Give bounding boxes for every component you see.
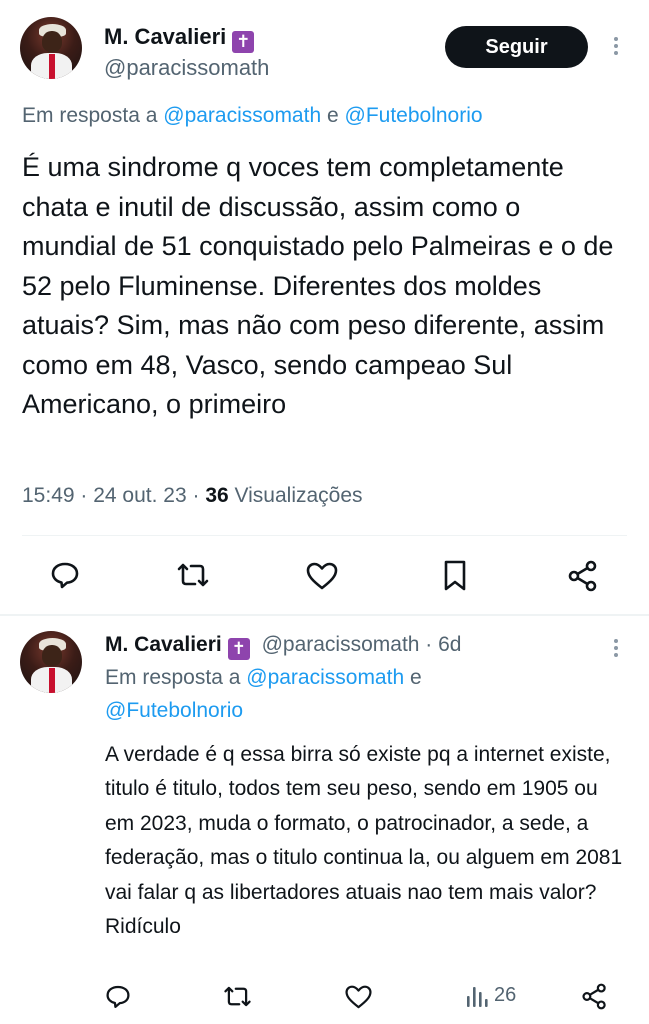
author-avatar[interactable] (20, 17, 82, 79)
divider (22, 535, 627, 536)
reply-context-2: @Futebolnorio (105, 699, 243, 723)
tweet-text: É uma sindrome q voces tem completamente… (22, 152, 614, 419)
mention-link[interactable]: @Futebolnorio (105, 699, 243, 722)
divider (0, 614, 649, 616)
author-name[interactable]: M. Cavalieri ✝ (104, 24, 255, 53)
reply-author-name[interactable]: M. Cavalieri (105, 633, 222, 656)
reply-author-handle[interactable]: @paracissomath · 6d (262, 633, 462, 656)
mention-link[interactable]: @paracissomath (246, 666, 404, 689)
retweet-icon[interactable] (222, 984, 253, 1009)
reply-author-line: M. Cavalieri ✝ @paracissomath · 6d (105, 633, 461, 660)
reply-tweet-text: A verdade é q essa birra só existe pq a … (105, 743, 623, 939)
cross-emoji-icon: ✝ (227, 638, 250, 660)
reply-icon[interactable] (50, 561, 80, 589)
mention-link[interactable]: @paracissomath (163, 104, 321, 127)
share-icon[interactable] (581, 983, 608, 1010)
like-icon[interactable] (305, 561, 339, 590)
views-count: 26 (494, 984, 517, 1006)
timestamp[interactable]: 15:49 · 24 out. 23 · (22, 484, 199, 507)
like-icon[interactable] (344, 984, 373, 1009)
views-label: Visualizações (234, 484, 363, 507)
reply-context: Em resposta a @paracissomath e @Futeboln… (22, 104, 483, 127)
bookmark-icon[interactable] (443, 560, 467, 591)
reply-icon[interactable] (105, 984, 131, 1009)
author-handle[interactable]: @paracissomath (104, 55, 269, 81)
cross-emoji-icon: ✝ (232, 31, 255, 53)
more-options-icon[interactable] (611, 636, 621, 660)
tweet-meta: 15:49 · 24 out. 23 · 36 Visualizações (22, 484, 363, 508)
follow-button[interactable]: Seguir (445, 26, 588, 68)
more-options-icon[interactable] (611, 34, 621, 58)
mention-link[interactable]: @Futebolnorio (345, 104, 483, 127)
reply-context: Em resposta a @paracissomath e (105, 666, 422, 689)
analytics-icon[interactable] (465, 984, 489, 1008)
views-count: 36 (205, 484, 229, 507)
retweet-icon[interactable] (175, 561, 211, 589)
reply-author-avatar[interactable] (20, 631, 82, 693)
share-icon[interactable] (567, 560, 599, 592)
